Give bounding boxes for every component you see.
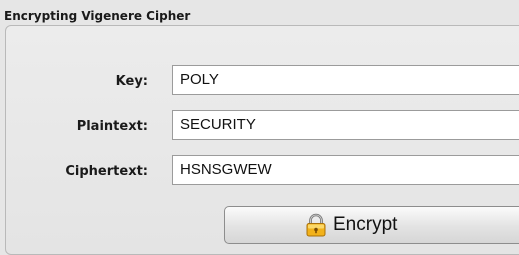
plaintext-field[interactable]: SECURITY xyxy=(172,110,519,140)
key-label: Key: xyxy=(115,74,148,89)
ciphertext-field[interactable]: HSNSGWEW xyxy=(172,155,519,185)
group-title: Encrypting Vigenere Cipher xyxy=(4,9,191,23)
encrypt-button[interactable]: Encrypt xyxy=(224,206,519,244)
plaintext-label: Plaintext: xyxy=(76,119,148,134)
encrypt-button-label: Encrypt xyxy=(333,214,398,235)
lock-icon xyxy=(305,213,327,237)
ciphertext-label: Ciphertext: xyxy=(65,164,148,179)
key-field[interactable]: POLY xyxy=(172,65,519,95)
